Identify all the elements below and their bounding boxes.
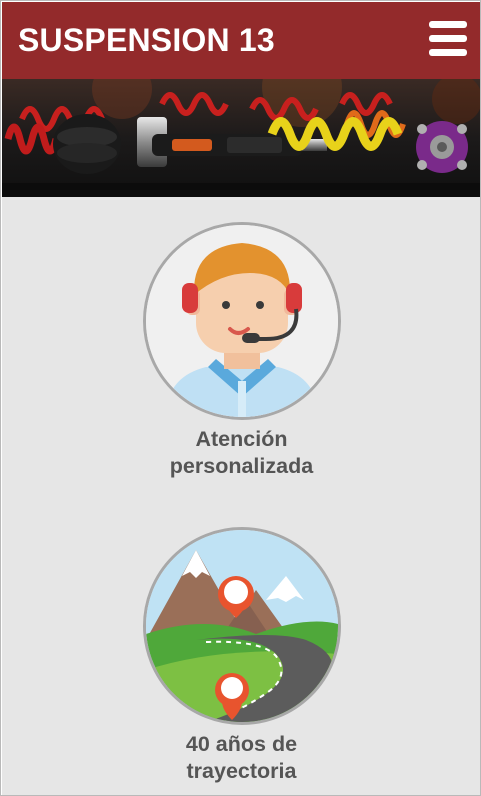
feature-label-line1: Atención xyxy=(195,427,288,451)
feature-experience: 40 años de trayectoria xyxy=(2,497,480,795)
feature-label-line2: trayectoria xyxy=(186,759,297,783)
menu-bar xyxy=(429,21,467,28)
customer-support-headset-icon xyxy=(143,222,341,420)
feature-label-line1: 40 años de xyxy=(185,732,298,756)
menu-bar xyxy=(429,49,467,56)
suspension-banner xyxy=(2,79,480,197)
page-frame: SUSPENSION 13 Atención personalizada 40 … xyxy=(0,0,481,796)
site-title[interactable]: SUSPENSION 13 xyxy=(18,22,275,58)
feature-label-line2: personalizada xyxy=(169,454,314,478)
features-section: Atención personalizada 40 años de trayec… xyxy=(2,197,480,795)
menu-bar xyxy=(429,35,467,42)
hamburger-menu-icon[interactable] xyxy=(429,19,467,59)
mountain-road-map-pin-icon xyxy=(143,527,341,725)
site-header: SUSPENSION 13 xyxy=(2,2,480,79)
coilover-suspension-banner xyxy=(2,79,480,197)
feature-support: Atención personalizada xyxy=(2,197,480,497)
